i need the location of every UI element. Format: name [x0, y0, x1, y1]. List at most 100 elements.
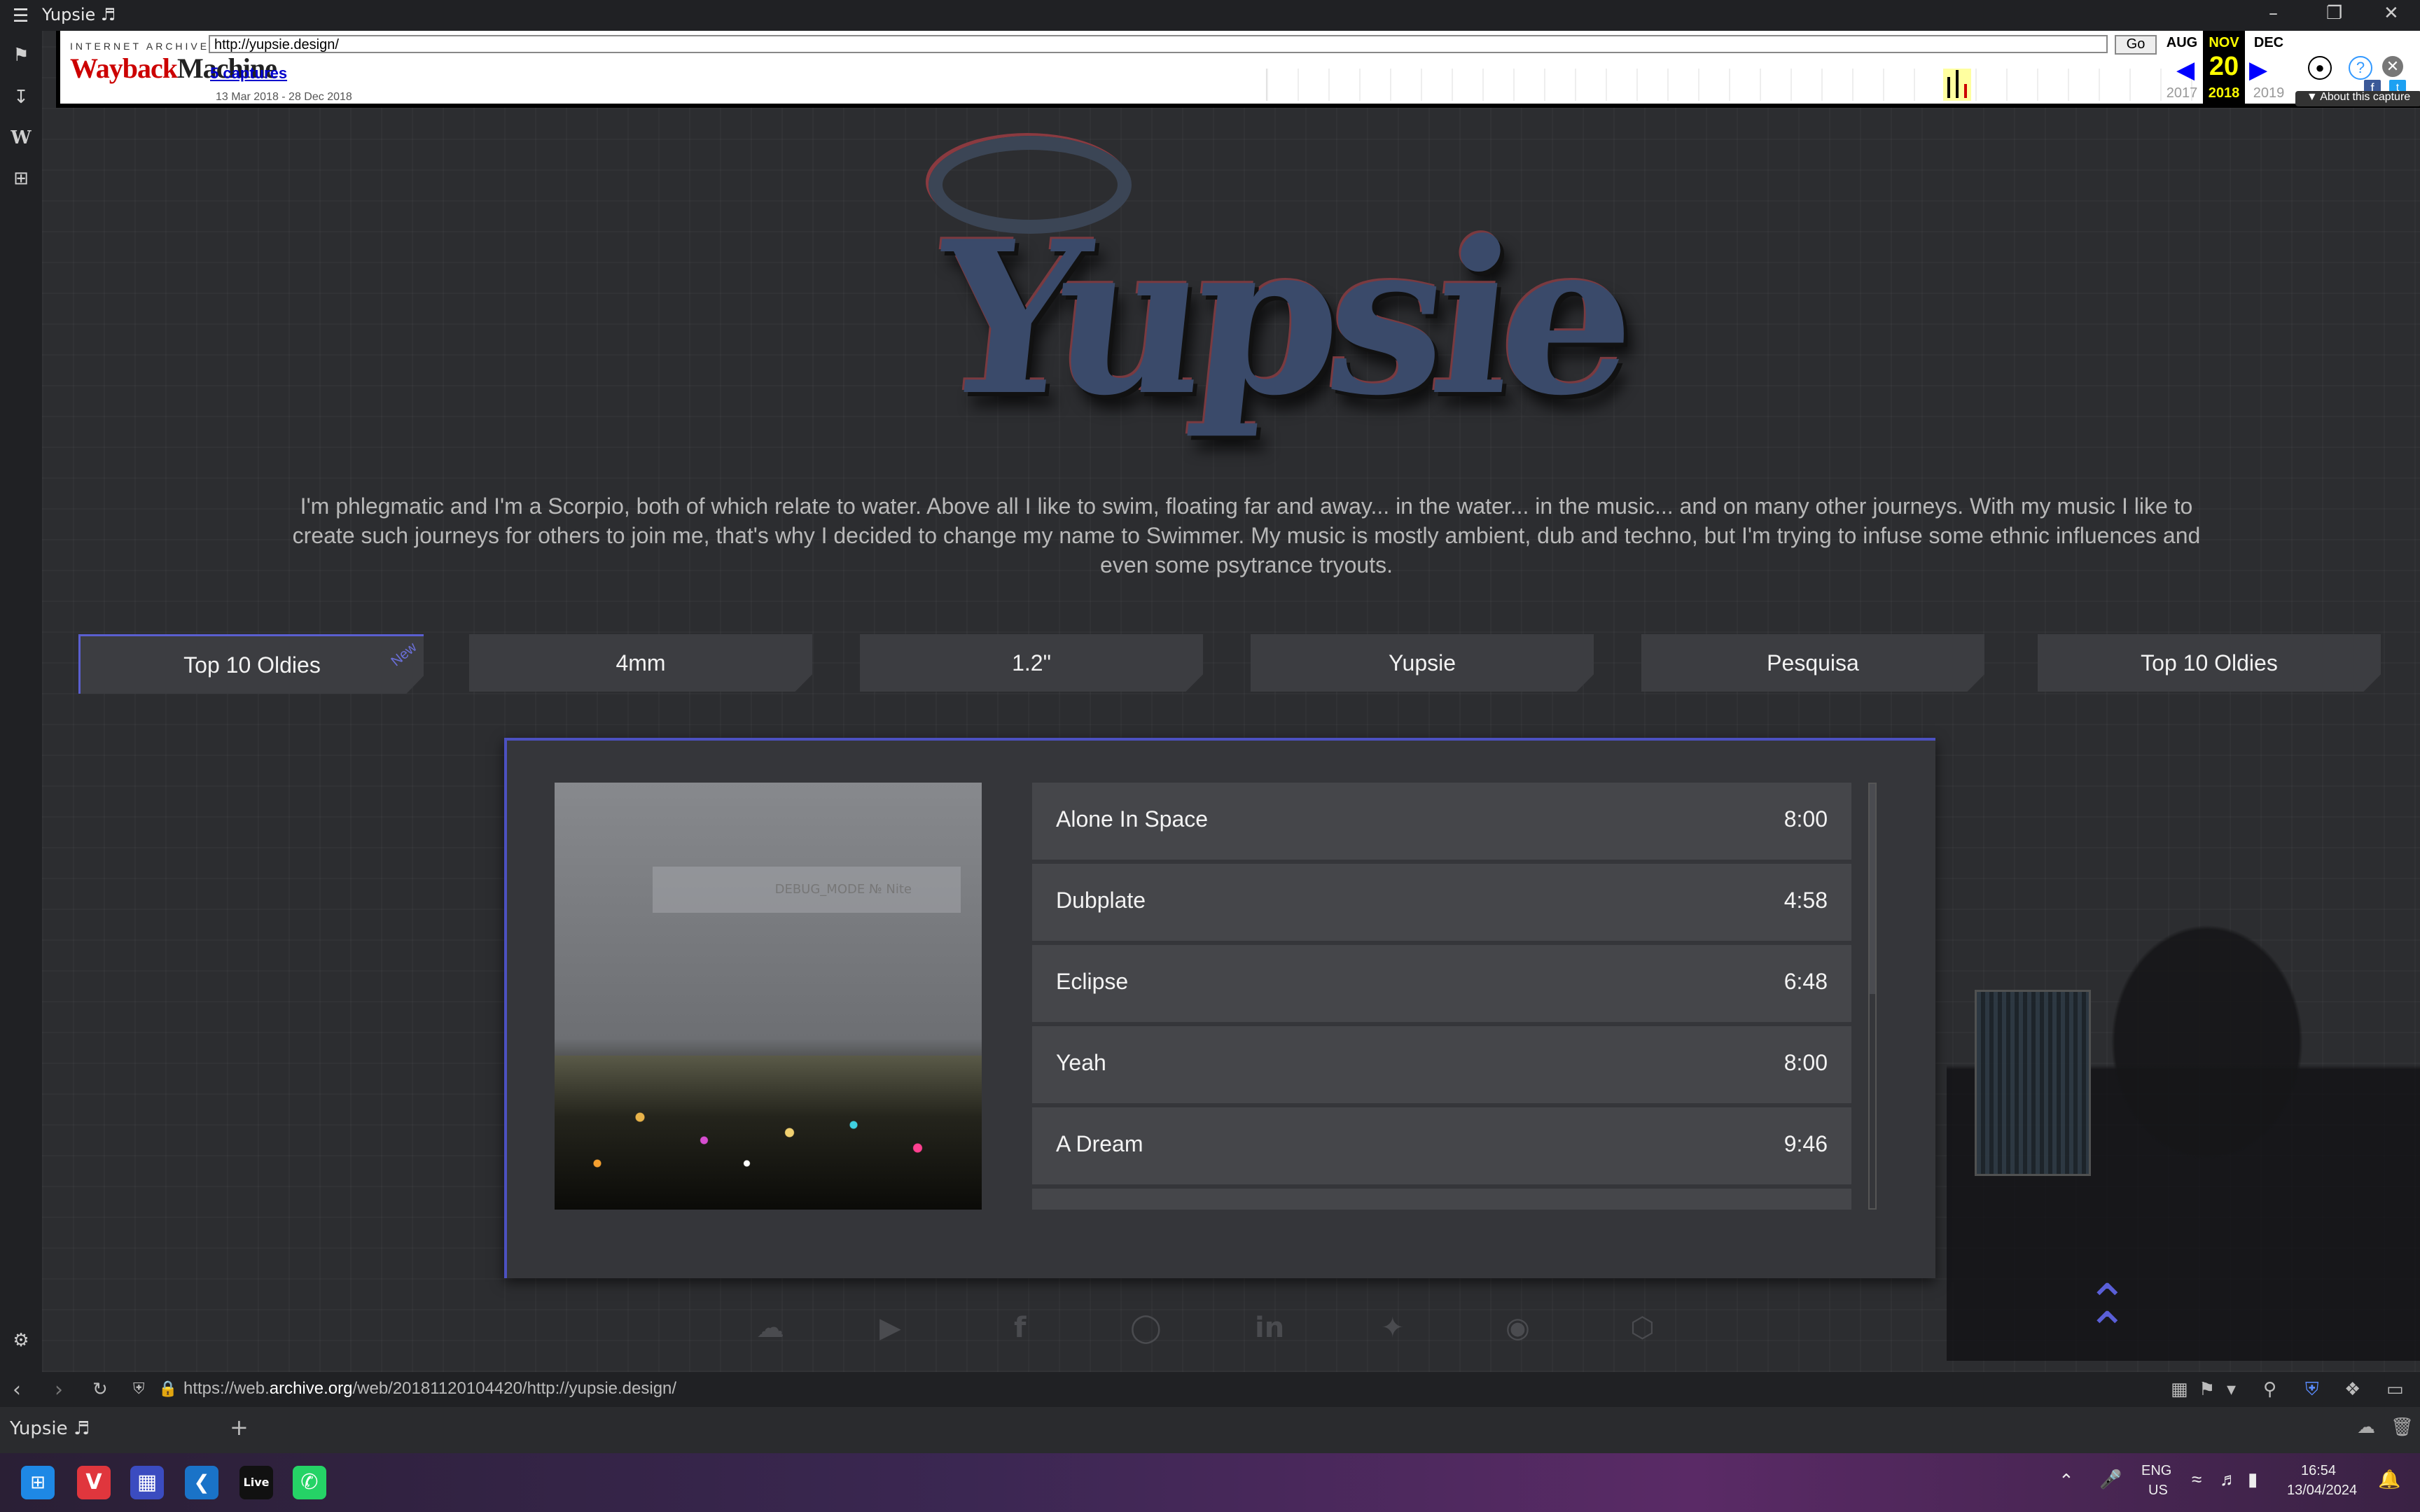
browser-tab[interactable]: Yupsie ♬	[10, 1418, 90, 1439]
sparkline-bar	[1956, 70, 1959, 98]
wifi-icon[interactable]: ≈	[2192, 1469, 2202, 1490]
address-url[interactable]: https://web.archive.org/web/201811201044…	[183, 1379, 676, 1399]
codepen-icon[interactable]: ⬡	[1630, 1312, 1655, 1344]
tab-label: Top 10 Oldies	[2141, 650, 2278, 676]
qr-code-icon[interactable]: ▦	[2171, 1379, 2188, 1400]
internet-archive-label: INTERNET ARCHIVE	[70, 41, 210, 52]
window-titlebar: ☰ Yupsie ♬ – ❐ ✕	[0, 0, 2420, 31]
tab-label: Top 10 Oldies	[183, 652, 321, 678]
bookmark-page-icon[interactable]: ⚑	[2199, 1379, 2215, 1400]
language-indicator[interactable]: ENG	[2141, 1463, 2171, 1479]
tracklist: Alone In Space 8:00 Dubplate 4:58 Eclips…	[1032, 783, 1851, 1210]
battery-icon[interactable]: ▮	[2248, 1469, 2258, 1490]
vivaldi-icon[interactable]: V	[77, 1466, 111, 1499]
artist-bio: I'm phlegmatic and I'm a Scorpio, both o…	[292, 493, 2201, 578]
next-year[interactable]: 2019	[2248, 85, 2290, 102]
lock-icon[interactable]: 🔒	[158, 1380, 177, 1398]
wayback-url-input[interactable]: http://yupsie.design/	[209, 35, 2108, 53]
go-button[interactable]: Go	[2115, 35, 2157, 55]
track-title: Dubplate	[1056, 888, 1146, 913]
scrollbar-thumb[interactable]	[1870, 784, 1875, 994]
site-shield-icon[interactable]: ⛨	[133, 1380, 145, 1398]
soundcloud-icon[interactable]: ☁	[756, 1312, 784, 1344]
web-page: INTERNET ARCHIVE WaybackMachine http://y…	[42, 31, 2420, 1372]
cloud-sync-icon[interactable]: ☁	[2357, 1417, 2375, 1438]
reload-icon[interactable]: ↻	[92, 1379, 108, 1400]
track-row[interactable]: Yeah 8:00	[1032, 1026, 1851, 1103]
track-row[interactable]: Dubplate 4:58	[1032, 864, 1851, 941]
logo-text: Yupsie	[922, 195, 1636, 442]
youtube-icon[interactable]: ▶	[879, 1312, 901, 1344]
settings-gear-icon[interactable]: ⚙	[10, 1330, 32, 1352]
linkedin-icon[interactable]: in	[1255, 1312, 1284, 1344]
help-icon[interactable]: ?	[2349, 56, 2372, 80]
track-row[interactable]	[1032, 1189, 1851, 1210]
notifications-icon[interactable]: 🔔	[2378, 1469, 2400, 1490]
close-toolbar-icon[interactable]: ✕	[2382, 56, 2403, 77]
close-window-icon[interactable]: ✕	[2384, 3, 2399, 24]
captures-link[interactable]: 5 captures	[210, 64, 287, 83]
wayback-toolbar: INTERNET ARCHIVE WaybackMachine http://y…	[56, 31, 2420, 108]
microphone-icon[interactable]: 🎤	[2099, 1469, 2122, 1490]
menu-icon[interactable]: ☰	[13, 6, 29, 27]
producer-silhouette-image	[1947, 906, 2420, 1361]
about-capture-button[interactable]: ▼ About this capture	[2295, 91, 2420, 106]
whatsapp-icon[interactable]: ✆	[293, 1466, 326, 1499]
tab-top-10-oldies[interactable]: Top 10 Oldies New	[78, 634, 424, 694]
tab-4mm[interactable]: 4mm	[469, 634, 812, 692]
volume-icon[interactable]: ♬	[2220, 1469, 2238, 1490]
track-duration: 8:00	[1783, 806, 1828, 832]
account-icon[interactable]: ●	[2308, 56, 2332, 80]
search-icon[interactable]: ⚲	[2263, 1379, 2276, 1400]
tab-top-10-oldies-2[interactable]: Top 10 Oldies	[2038, 634, 2381, 692]
capture-sparkline[interactable]	[1266, 69, 2199, 101]
track-row[interactable]: Alone In Space 8:00	[1032, 783, 1851, 860]
instagram-icon[interactable]: ◯	[1130, 1312, 1162, 1344]
next-capture-arrow-icon[interactable]: ▶	[2249, 56, 2267, 84]
track-title: Eclipse	[1056, 969, 1129, 994]
track-row[interactable]: A Dream 9:46	[1032, 1107, 1851, 1184]
tab-label: 4mm	[616, 650, 666, 676]
tray-expand-icon[interactable]: ⌃	[2059, 1470, 2074, 1492]
save-disk-icon[interactable]: ▦	[130, 1466, 164, 1499]
tab-1-2-inch[interactable]: 1.2"	[860, 634, 1203, 692]
wikipedia-icon[interactable]: W	[10, 127, 32, 150]
clock-date[interactable]: 13/04/2024	[2287, 1483, 2357, 1499]
trash-icon[interactable]: 🗑	[2391, 1417, 2414, 1438]
github-icon[interactable]: ◉	[1505, 1312, 1530, 1344]
start-windows-icon[interactable]: ⊞	[21, 1466, 55, 1499]
url-path: /web/20181120104420/http://yupsie.design…	[352, 1379, 677, 1398]
album-player-card: DEBUG_MODE № Nite Alone In Space 8:00 Du…	[504, 738, 1935, 1278]
back-icon[interactable]: ‹	[13, 1378, 21, 1402]
restore-icon[interactable]: ❐	[2326, 3, 2342, 24]
tab-pesquisa[interactable]: Pesquisa	[1641, 634, 1984, 692]
facebook-icon[interactable]: f	[1014, 1312, 1026, 1344]
next-month[interactable]: DEC	[2248, 35, 2290, 51]
prev-month[interactable]: AUG	[2161, 35, 2203, 51]
side-toggle-icon[interactable]: ▭	[2386, 1379, 2404, 1400]
prev-capture-arrow-icon[interactable]: ◀	[2176, 56, 2195, 84]
track-row[interactable]: Eclipse 6:48	[1032, 945, 1851, 1022]
region-indicator[interactable]: US	[2148, 1483, 2168, 1499]
tab-yupsie[interactable]: Yupsie	[1251, 634, 1594, 692]
extensions-icon[interactable]: ❖	[2344, 1379, 2360, 1400]
album-cover-image[interactable]: DEBUG_MODE № Nite	[555, 783, 982, 1210]
clock-time[interactable]: 16:54	[2301, 1463, 2336, 1479]
bookmarks-icon[interactable]: ⚑	[10, 45, 32, 67]
prev-year[interactable]: 2017	[2161, 85, 2203, 102]
tracklist-scrollbar[interactable]	[1868, 783, 1877, 1210]
festival-lights-image	[555, 1056, 982, 1210]
dropdown-icon[interactable]: ▾	[2227, 1379, 2236, 1400]
bitwarden-icon[interactable]: ⛨	[2305, 1379, 2319, 1401]
downloads-icon[interactable]: ↧	[10, 87, 32, 109]
forward-icon[interactable]: ›	[55, 1378, 63, 1402]
twitter-icon[interactable]: ✦	[1381, 1312, 1405, 1344]
add-panel-icon[interactable]: ⊞	[10, 168, 32, 190]
sparkline-bar	[1947, 77, 1950, 98]
scroll-to-top-icon[interactable]: ⌃ ⌃	[2087, 1278, 2128, 1354]
ableton-live-icon[interactable]: Live	[239, 1466, 273, 1499]
vscode-icon[interactable]: ❮	[185, 1466, 218, 1499]
url-domain: archive.org	[269, 1379, 353, 1398]
new-tab-icon[interactable]: +	[230, 1414, 249, 1441]
minimize-icon[interactable]: –	[2269, 3, 2278, 24]
